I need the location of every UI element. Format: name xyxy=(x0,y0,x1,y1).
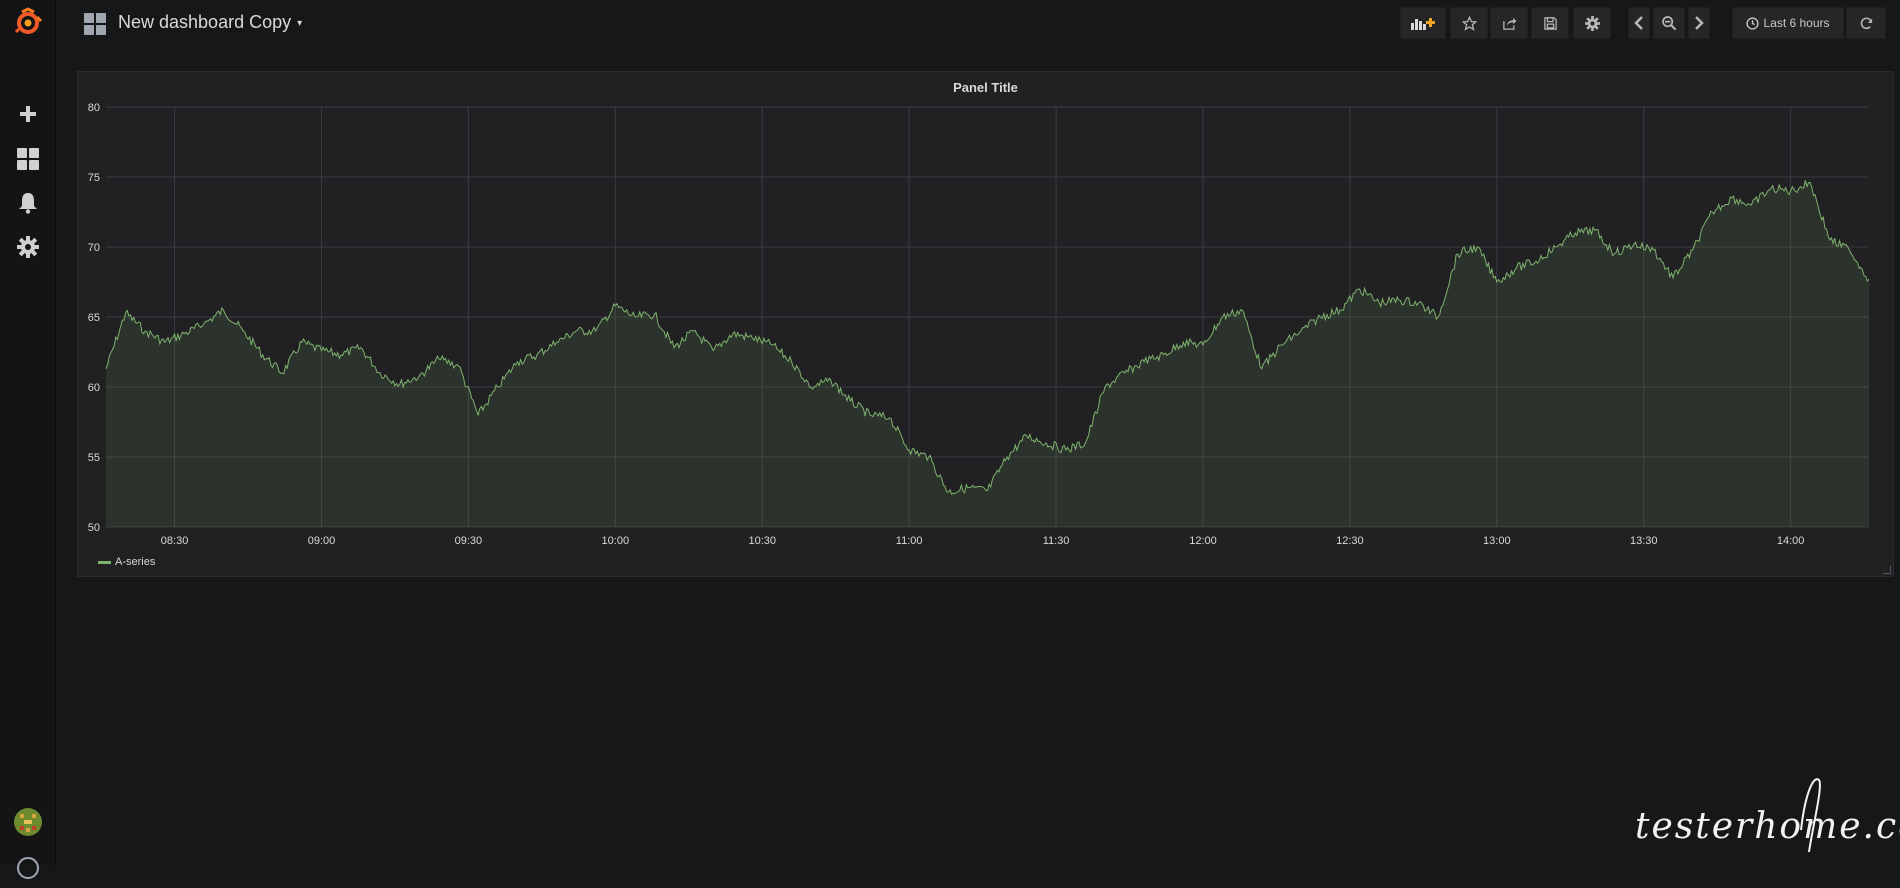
graph-panel[interactable]: Panel Title 50 55 60 65 70 75 80 08:30 09:00 09:3… xyxy=(77,71,1894,577)
clock-icon xyxy=(1746,16,1760,30)
time-series-chart[interactable]: 50 55 60 65 70 75 80 08:30 09:00 09:30 10:00 10:30 1… xyxy=(78,72,1895,552)
panel-resize-handle[interactable] xyxy=(1883,566,1891,574)
chevron-left-icon xyxy=(1634,16,1643,30)
x-tick-label: 11:30 xyxy=(1043,535,1070,547)
time-picker-button[interactable]: Last 6 hours xyxy=(1732,7,1844,39)
x-tick-label: 13:30 xyxy=(1630,535,1658,547)
gear-icon[interactable] xyxy=(0,227,56,267)
series-area xyxy=(106,180,1869,528)
star-button[interactable] xyxy=(1450,7,1488,39)
share-button[interactable] xyxy=(1490,7,1528,39)
add-panel-button[interactable] xyxy=(1400,7,1446,39)
x-tick-label: 09:00 xyxy=(308,535,336,547)
y-tick-label: 55 xyxy=(88,452,100,464)
y-tick-label: 60 xyxy=(88,382,100,394)
y-tick-label: 50 xyxy=(88,522,100,534)
y-tick-label: 65 xyxy=(88,312,100,324)
y-tick-label: 80 xyxy=(88,102,100,114)
chevron-right-icon xyxy=(1695,16,1704,30)
y-tick-label: 70 xyxy=(88,242,100,254)
chevron-down-icon: ▾ xyxy=(297,18,303,29)
x-tick-label: 10:00 xyxy=(602,535,630,547)
x-tick-label: 09:30 xyxy=(455,535,483,547)
zoom-out-button[interactable] xyxy=(1653,7,1685,39)
bell-icon[interactable] xyxy=(0,183,56,223)
x-tick-label: 13:00 xyxy=(1483,535,1511,547)
share-icon xyxy=(1502,17,1516,30)
x-tick-label: 11:00 xyxy=(896,535,923,547)
dashboard-title[interactable]: New dashboard Copy ▾ xyxy=(118,12,302,33)
refresh-button[interactable] xyxy=(1846,7,1886,39)
x-tick-label: 12:30 xyxy=(1336,535,1364,547)
gear-icon xyxy=(1584,15,1600,31)
zoom-out-icon xyxy=(1662,16,1677,31)
x-tick-label: 12:00 xyxy=(1189,535,1217,547)
time-shift-forward-button[interactable] xyxy=(1688,7,1710,39)
save-button[interactable] xyxy=(1531,7,1569,39)
x-tick-label: 14:00 xyxy=(1777,535,1805,547)
svg-text:testerhome.com: testerhome.com xyxy=(1635,806,1900,847)
legend-label[interactable]: A-series xyxy=(115,556,155,568)
time-range-label: Last 6 hours xyxy=(1763,16,1830,30)
x-tick-label: 10:30 xyxy=(748,535,776,547)
settings-button[interactable] xyxy=(1573,7,1611,39)
refresh-icon xyxy=(1860,17,1872,29)
plus-icon[interactable] xyxy=(0,94,56,134)
dashboards-icon[interactable] xyxy=(84,13,106,40)
watermark-logo: testerhome.com xyxy=(1635,778,1900,853)
save-icon xyxy=(1543,16,1557,30)
dashboard-title-text: New dashboard Copy xyxy=(118,12,292,32)
x-tick-label: 08:30 xyxy=(161,535,189,547)
legend-color-swatch[interactable] xyxy=(98,560,111,564)
dashboards-icon[interactable] xyxy=(0,139,56,179)
navbar: New dashboard Copy ▾ Last 6 hours xyxy=(56,0,1900,46)
sidebar xyxy=(0,0,56,879)
time-shift-back-button[interactable] xyxy=(1628,7,1650,39)
avatar[interactable] xyxy=(0,802,56,842)
help-icon[interactable] xyxy=(0,848,56,888)
add-panel-icon xyxy=(1411,18,1435,30)
y-tick-label: 75 xyxy=(88,172,100,184)
legend-item-a-series[interactable]: A-series xyxy=(98,556,155,568)
grafana-logo-icon[interactable] xyxy=(0,2,56,42)
star-icon xyxy=(1461,15,1477,31)
